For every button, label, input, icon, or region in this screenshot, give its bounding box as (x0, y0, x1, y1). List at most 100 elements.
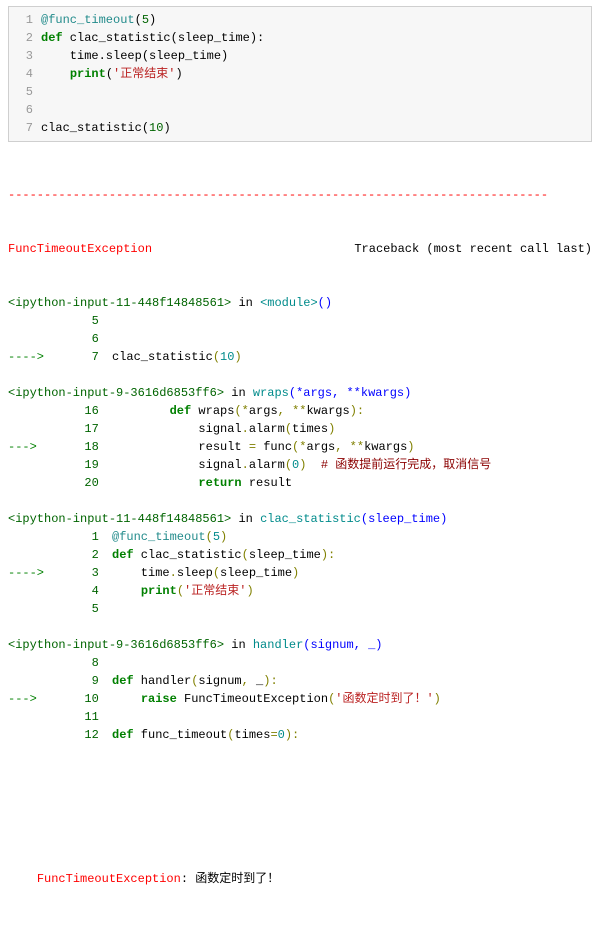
frame-location: <ipython-input-9-3616d6853ff6> in wraps(… (8, 384, 592, 402)
frame-location: <ipython-input-11-448f14848561> in clac_… (8, 510, 592, 528)
traceback-line: 5 (8, 600, 592, 618)
arrow-indicator (8, 726, 54, 744)
arrow-indicator (8, 474, 54, 492)
code-line: 6 (9, 101, 591, 119)
arrow-indicator (8, 330, 54, 348)
traceback-line: 1 @func_timeout(5) (8, 528, 592, 546)
tb-code-text: def handler(signum, _): (112, 672, 278, 690)
arrow-indicator (8, 546, 54, 564)
tb-line-number: 8 (54, 654, 112, 672)
code-text: print('正常结束') (41, 65, 183, 83)
traceback-line: 6 (8, 330, 592, 348)
line-number: 1 (9, 11, 41, 29)
exception-name: FuncTimeoutException (8, 240, 152, 258)
arrow-indicator (8, 582, 54, 600)
arrow-indicator (8, 456, 54, 474)
arrow-indicator (8, 708, 54, 726)
traceback-line: ---> 18 result = func(*args, **kwargs) (8, 438, 592, 456)
tb-code-text: time.sleep(sleep_time) (112, 564, 299, 582)
tb-line-number: 18 (54, 438, 112, 456)
tb-line-number: 3 (54, 564, 112, 582)
tb-line-number: 17 (54, 420, 112, 438)
traceback-line: ----> 3 time.sleep(sleep_time) (8, 564, 592, 582)
tb-code-text: return result (112, 474, 292, 492)
tb-code-text: print('正常结束') (112, 582, 254, 600)
tb-line-number: 10 (54, 690, 112, 708)
arrow-indicator: ---> (8, 690, 54, 708)
traceback-line: ----> 7 clac_statistic(10) (8, 348, 592, 366)
tb-code-text: result = func(*args, **kwargs) (112, 438, 415, 456)
arrow-indicator (8, 312, 54, 330)
arrow-indicator: ----> (8, 564, 54, 582)
traceback-line: 19 signal.alarm(0) # 函数提前运行完成，取消信号 (8, 456, 592, 474)
tb-line-number: 19 (54, 456, 112, 474)
code-text: @func_timeout(5) (41, 11, 156, 29)
tb-code-text: clac_statistic(10) (112, 348, 242, 366)
line-number: 4 (9, 65, 41, 83)
output-area: ----------------------------------------… (0, 148, 600, 932)
arrow-indicator: ---> (8, 438, 54, 456)
traceback-line: 11 (8, 708, 592, 726)
traceback-header: FuncTimeoutException Traceback (most rec… (8, 240, 592, 258)
tb-line-number: 16 (54, 402, 112, 420)
code-text: time.sleep(sleep_time) (41, 47, 228, 65)
traceback-line: 17 signal.alarm(times) (8, 420, 592, 438)
final-exception-msg: 函数定时到了！ (195, 872, 279, 886)
frame-location: <ipython-input-9-3616d6853ff6> in handle… (8, 636, 592, 654)
line-number: 3 (9, 47, 41, 65)
final-error-line: FuncTimeoutException: 函数定时到了！ (8, 852, 592, 906)
traceback-separator: ----------------------------------------… (8, 186, 592, 204)
code-line: 4 print('正常结束') (9, 65, 591, 83)
tb-line-number: 5 (54, 600, 112, 618)
traceback-line: ---> 10 raise FuncTimeoutException('函数定时… (8, 690, 592, 708)
traceback-line: 5 (8, 312, 592, 330)
arrow-indicator: ----> (8, 348, 54, 366)
code-line: 7clac_statistic(10) (9, 119, 591, 137)
tb-line-number: 6 (54, 330, 112, 348)
tb-code-text: def clac_statistic(sleep_time): (112, 546, 335, 564)
tb-line-number: 5 (54, 312, 112, 330)
code-text: clac_statistic(10) (41, 119, 171, 137)
final-exception-name: FuncTimeoutException (37, 872, 181, 886)
tb-code-text: @func_timeout(5) (112, 528, 227, 546)
frame-location: <ipython-input-11-448f14848561> in <modu… (8, 294, 592, 312)
tb-code-text: signal.alarm(0) # 函数提前运行完成，取消信号 (112, 456, 491, 474)
tb-line-number: 12 (54, 726, 112, 744)
line-number: 7 (9, 119, 41, 137)
traceback-label: Traceback (most recent call last) (354, 240, 592, 258)
arrow-indicator (8, 528, 54, 546)
line-number: 6 (9, 101, 41, 119)
arrow-indicator (8, 600, 54, 618)
code-input-cell: 1@func_timeout(5)2def clac_statistic(sle… (8, 6, 592, 142)
code-line: 5 (9, 83, 591, 101)
tb-line-number: 20 (54, 474, 112, 492)
code-line: 2def clac_statistic(sleep_time): (9, 29, 591, 47)
tb-line-number: 11 (54, 708, 112, 726)
traceback-line: 8 (8, 654, 592, 672)
tb-line-number: 4 (54, 582, 112, 600)
code-line: 3 time.sleep(sleep_time) (9, 47, 591, 65)
tb-code-text: raise FuncTimeoutException('函数定时到了！') (112, 690, 441, 708)
traceback-line: 2 def clac_statistic(sleep_time): (8, 546, 592, 564)
tb-line-number: 9 (54, 672, 112, 690)
traceback-line: 20 return result (8, 474, 592, 492)
arrow-indicator (8, 402, 54, 420)
tb-code-text: signal.alarm(times) (112, 420, 335, 438)
tb-code-text: def func_timeout(times=0): (112, 726, 299, 744)
arrow-indicator (8, 420, 54, 438)
traceback-line: 16 def wraps(*args, **kwargs): (8, 402, 592, 420)
arrow-indicator (8, 672, 54, 690)
line-number: 2 (9, 29, 41, 47)
traceback-line: 12 def func_timeout(times=0): (8, 726, 592, 744)
code-line: 1@func_timeout(5) (9, 11, 591, 29)
tb-line-number: 1 (54, 528, 112, 546)
final-sep: : (181, 872, 195, 886)
tb-line-number: 2 (54, 546, 112, 564)
traceback-line: 9 def handler(signum, _): (8, 672, 592, 690)
traceback-line: 4 print('正常结束') (8, 582, 592, 600)
line-number: 5 (9, 83, 41, 101)
arrow-indicator (8, 654, 54, 672)
tb-code-text: def wraps(*args, **kwargs): (112, 402, 364, 420)
code-text: def clac_statistic(sleep_time): (41, 29, 264, 47)
tb-line-number: 7 (54, 348, 112, 366)
